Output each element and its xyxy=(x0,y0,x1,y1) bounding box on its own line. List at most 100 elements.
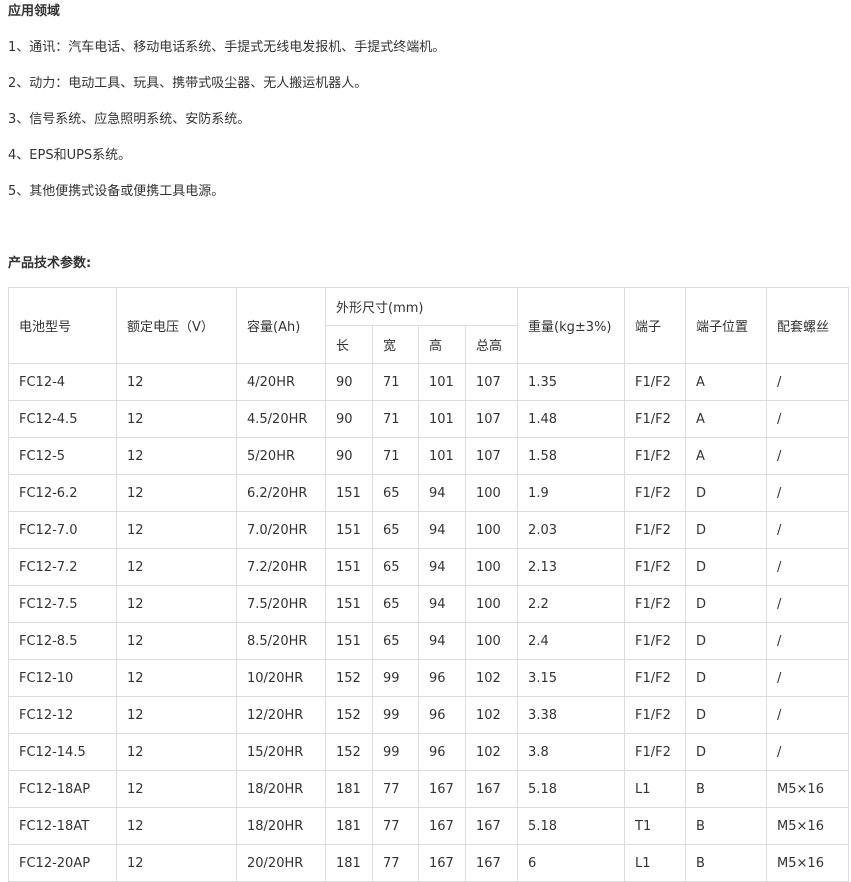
cell-screw: M5×16 xyxy=(766,770,850,808)
header-width: 宽 xyxy=(372,325,419,364)
cell-terminal-position: B xyxy=(685,844,768,882)
cell-width: 99 xyxy=(372,733,419,771)
cell-total-height: 100 xyxy=(464,511,519,549)
cell-voltage: 12 xyxy=(116,770,237,808)
cell-height: 94 xyxy=(418,585,466,623)
cell-length: 151 xyxy=(325,511,373,549)
cell-voltage: 12 xyxy=(116,511,237,549)
cell-model: FC12-6.2 xyxy=(8,474,117,512)
cell-terminal: F1/F2 xyxy=(624,511,687,549)
table-row: FC12-10 12 10/20HR 152 99 96 102 3.15 F1/F2 D / xyxy=(8,659,850,697)
cell-length: 152 xyxy=(325,659,373,697)
cell-screw: / xyxy=(766,622,850,660)
cell-terminal: T1 xyxy=(624,807,687,845)
cell-terminal-position: D xyxy=(685,585,768,623)
cell-capacity: 7.5/20HR xyxy=(236,585,326,623)
cell-capacity: 20/20HR xyxy=(236,844,326,882)
cell-weight: 2.13 xyxy=(517,548,626,586)
cell-voltage: 12 xyxy=(116,844,237,882)
table-row: FC12-20AP 12 20/20HR 181 77 167 167 6 L1 B M5×16 xyxy=(8,844,850,882)
cell-model: FC12-12 xyxy=(8,696,117,734)
cell-total-height: 100 xyxy=(464,548,519,586)
cell-screw: / xyxy=(766,400,850,438)
cell-screw: / xyxy=(766,659,850,697)
cell-voltage: 12 xyxy=(116,474,237,512)
cell-screw: / xyxy=(766,548,850,586)
table-row: FC12-4.5 12 4.5/20HR 90 71 101 107 1.48 F1/F2 A / xyxy=(8,400,850,438)
cell-voltage: 12 xyxy=(116,622,237,660)
cell-total-height: 107 xyxy=(464,363,519,401)
cell-terminal-position: D xyxy=(685,696,768,734)
cell-screw: M5×16 xyxy=(766,844,850,882)
cell-width: 65 xyxy=(372,548,419,586)
cell-terminal: L1 xyxy=(624,844,687,882)
spec-table: 电池型号 额定电压（V） 容量(Ah) 外形尺寸(mm) 重量(kg±3%) 端… xyxy=(8,287,850,882)
cell-total-height: 100 xyxy=(464,585,519,623)
cell-weight: 1.9 xyxy=(517,474,626,512)
cell-terminal-position: B xyxy=(685,770,768,808)
cell-length: 151 xyxy=(325,548,373,586)
cell-length: 151 xyxy=(325,474,373,512)
cell-terminal: F1/F2 xyxy=(624,622,687,660)
cell-total-height: 107 xyxy=(464,400,519,438)
cell-terminal-position: A xyxy=(685,437,768,475)
cell-length: 151 xyxy=(325,622,373,660)
cell-weight: 5.18 xyxy=(517,807,626,845)
application-item: 1、通讯：汽车电话、移动电话系统、手提式无线电发报机、手提式终端机。 xyxy=(8,40,446,55)
cell-weight: 5.18 xyxy=(517,770,626,808)
cell-voltage: 12 xyxy=(116,400,237,438)
cell-terminal-position: D xyxy=(685,474,768,512)
cell-height: 101 xyxy=(418,437,466,475)
spec-table-body: FC12-4 12 4/20HR 90 71 101 107 1.35 F1/F2 A / FC12-… xyxy=(8,363,850,882)
cell-width: 65 xyxy=(372,622,419,660)
cell-length: 152 xyxy=(325,696,373,734)
cell-terminal-position: D xyxy=(685,659,768,697)
cell-total-height: 100 xyxy=(464,474,519,512)
cell-width: 65 xyxy=(372,585,419,623)
cell-capacity: 7.0/20HR xyxy=(236,511,326,549)
cell-width: 77 xyxy=(372,844,419,882)
cell-weight: 2.03 xyxy=(517,511,626,549)
cell-weight: 2.2 xyxy=(517,585,626,623)
cell-total-height: 107 xyxy=(464,437,519,475)
cell-width: 77 xyxy=(372,807,419,845)
cell-weight: 2.4 xyxy=(517,622,626,660)
header-total-height: 总高 xyxy=(464,325,519,364)
cell-model: FC12-8.5 xyxy=(8,622,117,660)
cell-capacity: 4/20HR xyxy=(236,363,326,401)
cell-terminal-position: B xyxy=(685,807,768,845)
cell-length: 90 xyxy=(325,400,373,438)
cell-screw: M5×16 xyxy=(766,807,850,845)
cell-height: 94 xyxy=(418,622,466,660)
cell-weight: 6 xyxy=(517,844,626,882)
header-weight: 重量(kg±3%) xyxy=(517,287,626,364)
cell-capacity: 10/20HR xyxy=(236,659,326,697)
header-capacity: 容量(Ah) xyxy=(236,287,326,364)
cell-height: 167 xyxy=(418,807,466,845)
cell-height: 94 xyxy=(418,511,466,549)
cell-model: FC12-7.0 xyxy=(8,511,117,549)
cell-model: FC12-20AP xyxy=(8,844,117,882)
cell-length: 181 xyxy=(325,844,373,882)
cell-weight: 3.38 xyxy=(517,696,626,734)
cell-voltage: 12 xyxy=(116,548,237,586)
cell-capacity: 5/20HR xyxy=(236,437,326,475)
cell-screw: / xyxy=(766,733,850,771)
table-row: FC12-7.5 12 7.5/20HR 151 65 94 100 2.2 F1/F2 D / xyxy=(8,585,850,623)
cell-height: 96 xyxy=(418,696,466,734)
header-dimensions: 外形尺寸(mm) xyxy=(324,287,519,326)
cell-width: 77 xyxy=(372,770,419,808)
header-terminal-position: 端子位置 xyxy=(685,287,768,364)
cell-model: FC12-5 xyxy=(8,437,117,475)
table-row: FC12-18AP 12 18/20HR 181 77 167 167 5.18 L1 B M5×1… xyxy=(8,770,850,808)
table-row: FC12-7.0 12 7.0/20HR 151 65 94 100 2.03 F1/F2 D / xyxy=(8,511,850,549)
cell-model: FC12-4.5 xyxy=(8,400,117,438)
cell-width: 71 xyxy=(372,437,419,475)
cell-voltage: 12 xyxy=(116,733,237,771)
application-item: 4、EPS和UPS系统。 xyxy=(8,148,132,163)
cell-model: FC12-10 xyxy=(8,659,117,697)
table-row: FC12-5 12 5/20HR 90 71 101 107 1.58 F1/F2 A / xyxy=(8,437,850,475)
cell-terminal: F1/F2 xyxy=(624,363,687,401)
table-row: FC12-6.2 12 6.2/20HR 151 65 94 100 1.9 F1/F2 D / xyxy=(8,474,850,512)
cell-weight: 1.58 xyxy=(517,437,626,475)
